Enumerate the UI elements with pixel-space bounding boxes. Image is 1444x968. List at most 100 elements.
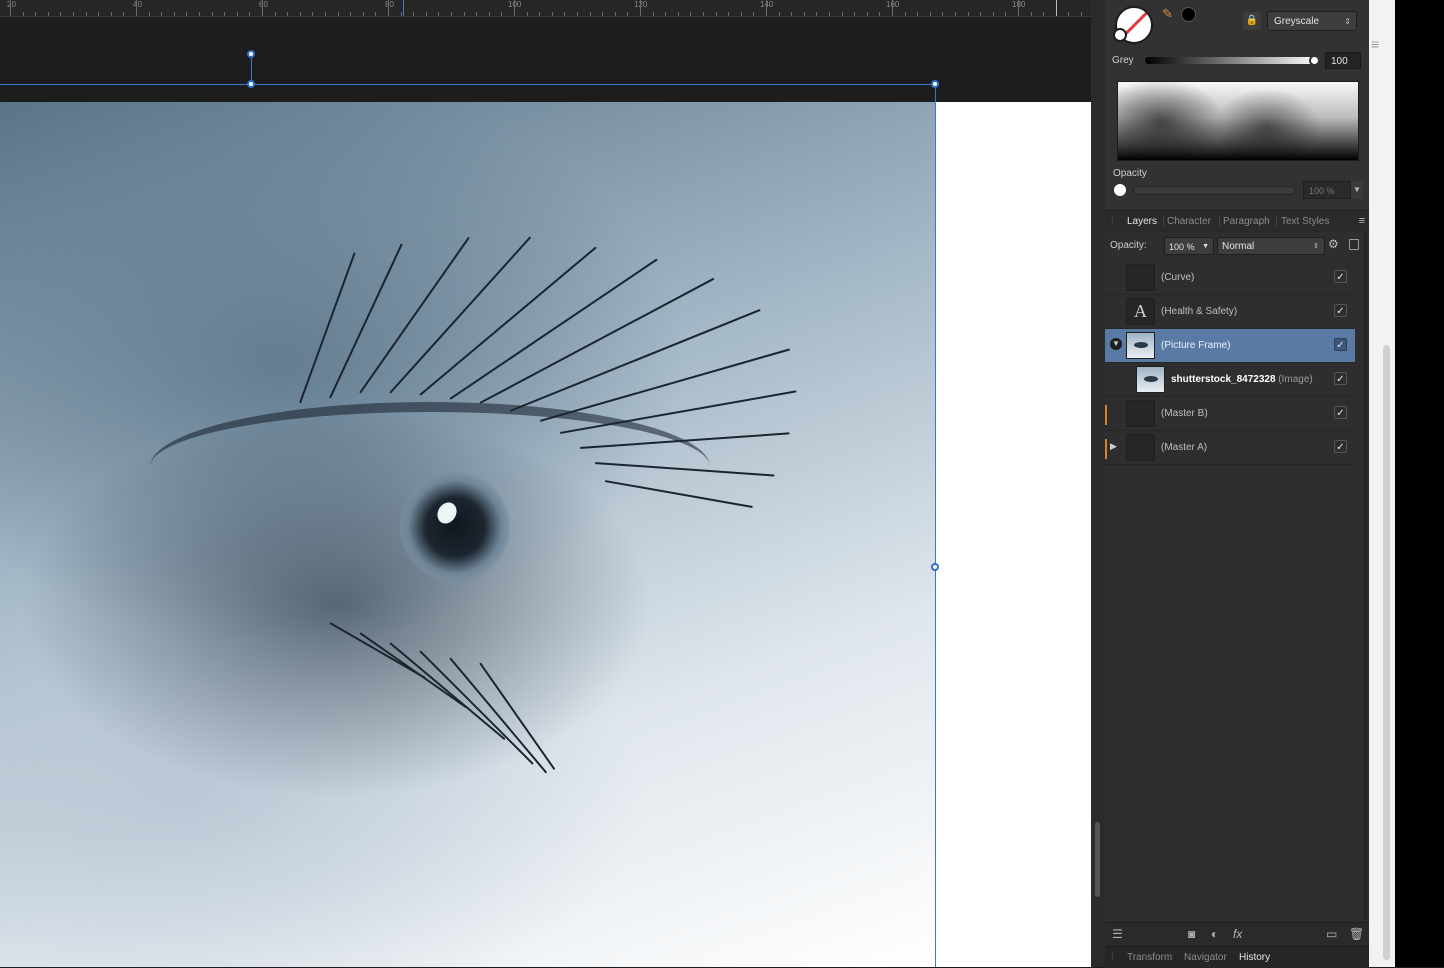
layer-visibility-checkbox[interactable]: ✓ <box>1334 406 1347 419</box>
layer-row-image[interactable]: shutterstock_8472328 (Image) ✓ <box>1105 363 1355 397</box>
layer-opacity-label: Opacity: <box>1110 240 1147 251</box>
layer-opacity-value: 100 % <box>1169 242 1195 252</box>
image-thumbnail <box>1136 366 1165 393</box>
trash-icon[interactable]: 🗑 <box>1349 927 1364 941</box>
opacity-label: Opacity <box>1113 168 1147 179</box>
tab-text-styles[interactable]: Text Styles <box>1281 211 1329 232</box>
ruler-tick <box>476 12 478 16</box>
picture-frame-thumbnail <box>1126 332 1155 359</box>
mask-icon[interactable]: ◙ <box>1188 927 1195 941</box>
layer-row-curve[interactable]: (Curve) ✓ <box>1105 261 1355 295</box>
ruler-tick <box>413 12 415 16</box>
master-accent-bar <box>1105 439 1107 459</box>
color-mode-select[interactable]: Greyscale ⇕ <box>1267 11 1357 31</box>
grey-slider-knob[interactable] <box>1309 55 1320 66</box>
collapse-triangle-icon[interactable]: ▼ <box>1110 338 1122 350</box>
ruler-tick <box>123 12 125 16</box>
stroke-swatch[interactable] <box>1113 28 1127 42</box>
ruler-tick <box>362 12 364 16</box>
ruler-tick <box>425 12 427 16</box>
ruler-tick <box>60 12 62 16</box>
ruler-tick <box>753 12 755 16</box>
opacity-swatch-icon <box>1114 184 1126 196</box>
rotate-handle[interactable] <box>247 50 255 58</box>
layer-row-health-safety[interactable]: A (Health & Safety) ✓ <box>1105 295 1355 329</box>
canvas-scrollbar[interactable] <box>1095 822 1100 897</box>
color-panel: ✎ 🔒 Greyscale ⇕ Grey 100 Opacity 100 % ▼ <box>1105 0 1369 210</box>
layer-visibility-checkbox[interactable]: ✓ <box>1334 440 1347 453</box>
panel-menu-icon[interactable]: ≡ <box>1359 211 1365 232</box>
tab-character[interactable]: Character <box>1167 211 1211 232</box>
layer-opacity-select[interactable]: 100 % ▼ <box>1164 237 1214 255</box>
eyelash-stroke <box>419 650 534 765</box>
ruler-tick <box>161 12 163 16</box>
resize-handle-right[interactable] <box>931 563 939 571</box>
menu-icon[interactable]: ≡ <box>1371 36 1379 52</box>
canvas-workspace[interactable]: 20 40 60 80 100 120 140 160 180 <box>0 0 1091 967</box>
drag-grip-icon[interactable]: ⁞ <box>1111 215 1114 225</box>
document-page[interactable] <box>0 102 1091 967</box>
tab-navigator[interactable]: Navigator <box>1184 947 1227 968</box>
ruler-cursor-marker <box>403 0 404 16</box>
lock-icon[interactable]: 🔒 <box>1243 12 1261 30</box>
drag-grip-icon[interactable]: ⁞ <box>1111 947 1114 968</box>
adjacent-window-scrollbar[interactable] <box>1383 345 1390 960</box>
ruler-tick <box>942 12 944 16</box>
opacity-value-field[interactable]: 100 % <box>1303 181 1351 199</box>
layer-row-picture-frame[interactable]: ▼ (Picture Frame) ✓ <box>1105 329 1355 363</box>
opacity-slider[interactable] <box>1133 186 1295 195</box>
ruler-tick <box>904 12 906 16</box>
tab-history[interactable]: History <box>1239 947 1270 968</box>
ruler-tick <box>816 12 818 16</box>
ruler-tick <box>186 12 188 16</box>
color-picker-icon[interactable]: ✎ <box>1162 6 1173 22</box>
layer-visibility-checkbox[interactable]: ✓ <box>1334 304 1347 317</box>
tab-paragraph[interactable]: Paragraph <box>1223 211 1270 232</box>
selection-right-edge <box>935 84 936 967</box>
current-color-dot[interactable] <box>1181 7 1196 22</box>
layer-visibility-checkbox[interactable]: ✓ <box>1334 270 1347 283</box>
layers-stack-icon[interactable]: ☰ <box>1112 927 1123 941</box>
resize-handle-top-right[interactable] <box>931 80 939 88</box>
gear-icon[interactable]: ⚙ <box>1328 237 1339 251</box>
ruler-tick <box>892 0 893 16</box>
eyelash-stroke <box>449 258 658 400</box>
ruler-label: 60 <box>259 0 268 9</box>
ruler-tick <box>652 12 654 16</box>
greyscale-spectrum[interactable] <box>1117 81 1359 161</box>
grey-value-field[interactable]: 100 <box>1325 52 1361 69</box>
ruler-tick <box>98 12 100 16</box>
ruler-tick <box>73 12 74 16</box>
layer-thumbnail <box>1126 434 1155 461</box>
fx-icon[interactable]: fx <box>1233 927 1242 941</box>
grey-slider-track[interactable] <box>1145 57 1317 64</box>
layers-scrollbar[interactable] <box>1364 232 1367 922</box>
layer-row-master-a[interactable]: ▶ (Master A) ✓ <box>1105 431 1355 465</box>
tab-layers[interactable]: Layers <box>1127 211 1157 232</box>
horizontal-ruler[interactable]: 20 40 60 80 100 120 140 160 180 <box>0 0 1091 17</box>
blend-mode-select[interactable]: Normal ⇕ <box>1217 237 1325 255</box>
add-layer-icon[interactable]: ▭ <box>1326 927 1337 941</box>
ruler-tick <box>1081 12 1082 16</box>
layer-visibility-checkbox[interactable]: ✓ <box>1334 372 1347 385</box>
tab-transform[interactable]: Transform <box>1127 947 1172 968</box>
ruler-tick <box>488 12 490 16</box>
ruler-tick <box>866 12 868 16</box>
ruler-tick <box>854 12 856 16</box>
opacity-dropdown-arrow-icon[interactable]: ▼ <box>1351 181 1363 199</box>
ruler-tick <box>236 12 238 16</box>
ruler-tick <box>703 12 704 16</box>
expand-triangle-icon[interactable]: ▶ <box>1110 441 1117 452</box>
ruler-tick <box>526 12 528 16</box>
layer-visibility-checkbox[interactable]: ✓ <box>1334 338 1347 351</box>
adjustment-icon[interactable]: ◐ <box>1211 927 1218 941</box>
eye-photo-image[interactable] <box>0 102 935 967</box>
ruler-tick <box>274 12 276 16</box>
layer-name: (Picture Frame) <box>1161 340 1231 351</box>
ruler-tick <box>501 12 503 16</box>
lock-icon[interactable] <box>1349 239 1359 250</box>
layer-row-master-b[interactable]: (Master B) ✓ <box>1105 397 1355 431</box>
resize-handle-top[interactable] <box>247 80 255 88</box>
eyelash-stroke <box>359 632 468 709</box>
eyelash-stroke <box>449 657 548 774</box>
